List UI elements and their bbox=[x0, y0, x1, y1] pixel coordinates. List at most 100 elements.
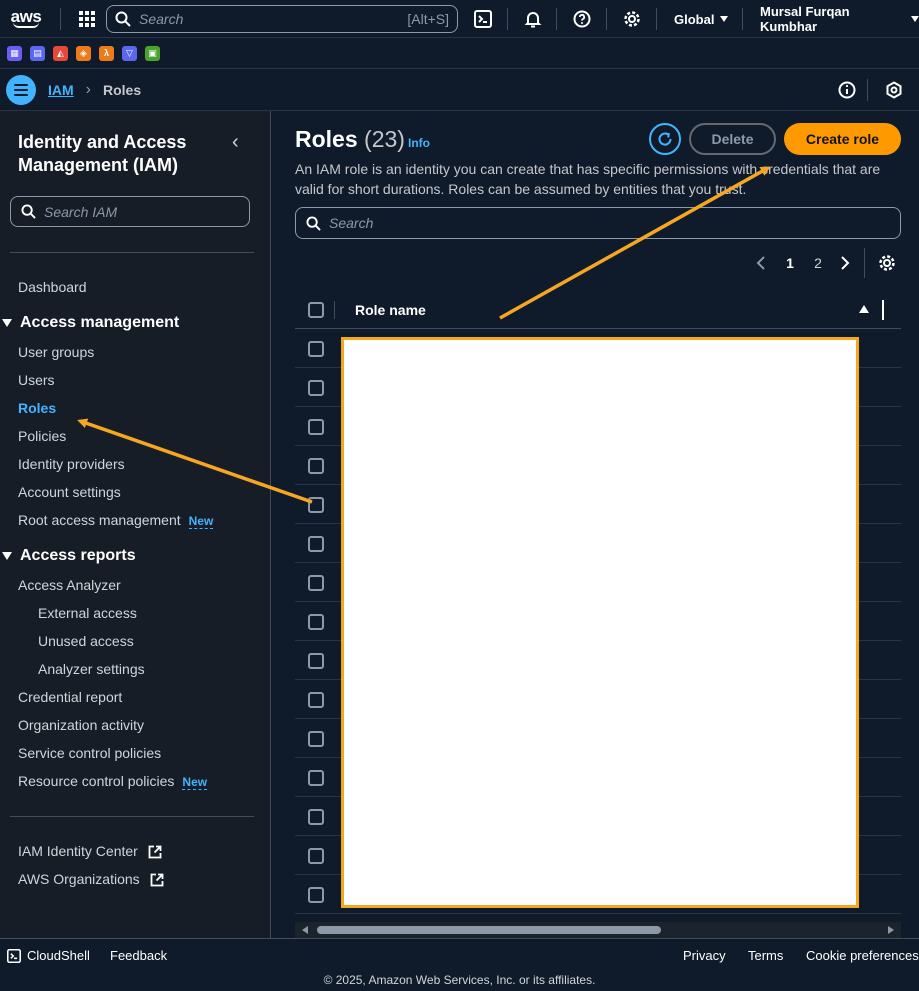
nav-divider bbox=[556, 8, 557, 30]
sidebar-item-policies[interactable]: Policies bbox=[18, 427, 66, 445]
footer-privacy[interactable]: Privacy bbox=[683, 948, 726, 963]
row-checkbox[interactable] bbox=[308, 887, 324, 903]
breadcrumb-bar: IAM › Roles bbox=[0, 69, 919, 111]
sidebar-item-identity-providers[interactable]: Identity providers bbox=[18, 455, 125, 473]
shapes-icon[interactable]: ◈ bbox=[76, 45, 91, 61]
pagination-prev-chevron-icon[interactable] bbox=[753, 251, 769, 275]
global-search-input[interactable]: Search [Alt+S] bbox=[106, 5, 458, 33]
scrollbar-thumb[interactable] bbox=[317, 926, 661, 934]
close-sidebar-chevron-left-icon[interactable]: ‹ bbox=[232, 131, 239, 154]
sidebar-link-iam-identity-center[interactable]: IAM Identity Center bbox=[18, 842, 162, 860]
caret-down-icon bbox=[720, 16, 729, 22]
column-header-role-name[interactable]: Role name bbox=[355, 302, 426, 318]
pagination-page-1[interactable]: 1 bbox=[782, 251, 798, 275]
sidebar-item-access-analyzer[interactable]: Access Analyzer bbox=[18, 576, 121, 594]
database-icon[interactable]: ▤ bbox=[30, 45, 45, 61]
sidebar-item-account-settings[interactable]: Account settings bbox=[18, 483, 121, 501]
hexagon-settings-icon[interactable] bbox=[880, 69, 908, 111]
pagination-page-2[interactable]: 2 bbox=[810, 251, 826, 275]
menu-hamburger-icon[interactable] bbox=[6, 74, 36, 105]
nav-divider bbox=[507, 8, 508, 30]
ec2-icon[interactable]: ▦ bbox=[7, 45, 22, 61]
row-checkbox[interactable] bbox=[308, 848, 324, 864]
caret-down-icon bbox=[2, 552, 12, 560]
sidebar-search-placeholder: Search IAM bbox=[44, 203, 118, 220]
sidebar-section-access-management[interactable]: Access management bbox=[0, 314, 179, 332]
region-selector[interactable]: Global bbox=[674, 0, 729, 38]
scroll-right-arrow-icon[interactable] bbox=[888, 926, 894, 934]
sidebar-item-analyzer-settings[interactable]: Analyzer settings bbox=[38, 660, 145, 678]
sidebar-item-label: Root access management bbox=[18, 512, 181, 528]
settings-gear-icon[interactable] bbox=[614, 0, 650, 38]
services-grid-icon[interactable] bbox=[69, 0, 105, 38]
row-checkbox[interactable] bbox=[308, 380, 324, 396]
roles-search-placeholder: Search bbox=[329, 215, 374, 231]
sort-ascending-icon[interactable] bbox=[859, 305, 869, 313]
nav-divider bbox=[606, 8, 607, 30]
row-checkbox[interactable] bbox=[308, 731, 324, 747]
delete-button[interactable]: Delete bbox=[689, 123, 776, 155]
column-resize-handle[interactable] bbox=[882, 300, 884, 320]
horizontal-scrollbar[interactable] bbox=[295, 922, 901, 938]
sidebar-item-service-control-policies[interactable]: Service control policies bbox=[18, 744, 161, 762]
region-label: Global bbox=[674, 11, 715, 27]
sidebar-section-access-reports[interactable]: Access reports bbox=[0, 547, 136, 565]
sidebar-item-credential-report[interactable]: Credential report bbox=[18, 688, 122, 706]
row-checkbox[interactable] bbox=[308, 497, 324, 513]
help-icon[interactable] bbox=[564, 0, 600, 38]
sidebar-item-resource-control-policies[interactable]: Resource control policies New bbox=[18, 772, 208, 791]
storage-icon[interactable]: ▣ bbox=[145, 45, 160, 61]
sidebar-link-aws-organizations[interactable]: AWS Organizations bbox=[18, 870, 164, 888]
sidebar-item-dashboard[interactable]: Dashboard bbox=[18, 278, 87, 296]
sidebar-item-roles[interactable]: Roles bbox=[18, 399, 56, 417]
select-all-checkbox[interactable] bbox=[308, 302, 324, 318]
footer-copyright: © 2025, Amazon Web Services, Inc. or its… bbox=[323, 973, 596, 987]
row-checkbox[interactable] bbox=[308, 575, 324, 591]
footer-feedback[interactable]: Feedback bbox=[110, 948, 167, 963]
caret-down-icon bbox=[2, 319, 12, 327]
roles-search-input[interactable]: Search bbox=[295, 207, 901, 239]
pagination-next-chevron-icon[interactable] bbox=[837, 251, 853, 275]
create-role-button[interactable]: Create role bbox=[784, 123, 901, 155]
sidebar-search-input[interactable]: Search IAM bbox=[10, 196, 250, 227]
row-checkbox[interactable] bbox=[308, 458, 324, 474]
footer-cookie-preferences[interactable]: Cookie preferences bbox=[806, 948, 919, 963]
main-content: Roles (23) Info Delete Create role An IA… bbox=[271, 111, 919, 938]
row-checkbox[interactable] bbox=[308, 614, 324, 630]
lambda-icon[interactable]: λ bbox=[99, 45, 114, 61]
row-checkbox[interactable] bbox=[308, 809, 324, 825]
notifications-bell-icon[interactable] bbox=[515, 0, 551, 38]
info-link[interactable]: Info bbox=[408, 136, 430, 150]
top-navigation: aws Search [Alt+S] Global Mursal Furqan … bbox=[0, 0, 919, 38]
caret-down-icon bbox=[911, 16, 919, 22]
cloudshell-icon[interactable] bbox=[465, 0, 501, 38]
sidebar-item-user-groups[interactable]: User groups bbox=[18, 343, 94, 361]
column-divider bbox=[334, 301, 335, 319]
refresh-button[interactable] bbox=[649, 123, 681, 155]
row-checkbox[interactable] bbox=[308, 770, 324, 786]
row-checkbox[interactable] bbox=[308, 692, 324, 708]
row-checkbox[interactable] bbox=[308, 536, 324, 552]
sidebar-item-label: IAM Identity Center bbox=[18, 843, 138, 859]
table-preferences-gear-icon[interactable] bbox=[876, 251, 898, 275]
sidebar-title[interactable]: Identity and Access Management (IAM) bbox=[18, 131, 228, 177]
sidebar-item-root-access-management[interactable]: Root access management New bbox=[18, 511, 214, 530]
new-badge: New bbox=[188, 514, 214, 529]
sidebar-item-unused-access[interactable]: Unused access bbox=[38, 632, 134, 650]
row-checkbox[interactable] bbox=[308, 341, 324, 357]
aws-logo[interactable]: aws bbox=[4, 0, 48, 38]
account-menu[interactable]: Mursal Furqan Kumbhar bbox=[760, 0, 919, 38]
info-circle-icon[interactable] bbox=[833, 69, 861, 111]
footer-terms[interactable]: Terms bbox=[748, 948, 783, 963]
sidebar-item-organization-activity[interactable]: Organization activity bbox=[18, 716, 144, 734]
sidebar-divider bbox=[10, 252, 254, 253]
scroll-left-arrow-icon[interactable] bbox=[302, 926, 308, 934]
footer-cloudshell[interactable]: CloudShell bbox=[7, 948, 90, 963]
row-checkbox[interactable] bbox=[308, 653, 324, 669]
alarm-icon[interactable]: ◭ bbox=[53, 45, 68, 61]
bucket-icon[interactable]: ▽ bbox=[122, 45, 137, 61]
sidebar-item-users[interactable]: Users bbox=[18, 371, 55, 389]
sidebar-item-external-access[interactable]: External access bbox=[38, 604, 137, 622]
row-checkbox[interactable] bbox=[308, 419, 324, 435]
breadcrumb-iam-link[interactable]: IAM bbox=[48, 82, 74, 98]
